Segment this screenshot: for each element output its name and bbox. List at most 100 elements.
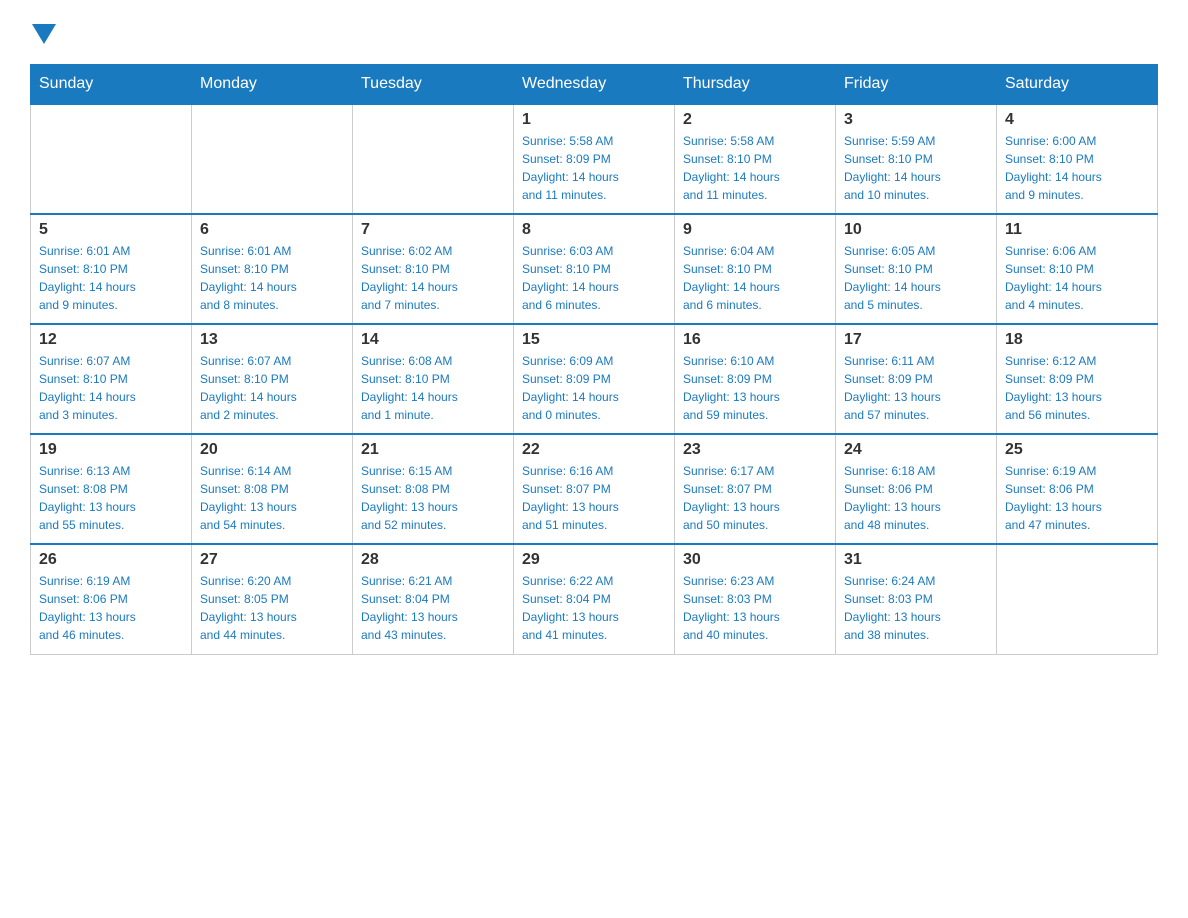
day-info: Sunrise: 6:06 AM Sunset: 8:10 PM Dayligh… xyxy=(1005,242,1149,314)
calendar-cell: 31 Sunrise: 6:24 AM Sunset: 8:03 PM Dayli… xyxy=(836,544,997,654)
day-info: Sunrise: 6:07 AM Sunset: 8:10 PM Dayligh… xyxy=(39,352,183,424)
calendar-cell: 5 Sunrise: 6:01 AM Sunset: 8:10 PM Daylig… xyxy=(31,214,192,324)
calendar-cell xyxy=(353,104,514,214)
day-number: 11 xyxy=(1005,221,1149,239)
logo-triangle-icon xyxy=(32,24,56,44)
day-info: Sunrise: 6:11 AM Sunset: 8:09 PM Dayligh… xyxy=(844,352,988,424)
calendar-cell: 7 Sunrise: 6:02 AM Sunset: 8:10 PM Daylig… xyxy=(353,214,514,324)
day-info: Sunrise: 6:21 AM Sunset: 8:04 PM Dayligh… xyxy=(361,572,505,644)
calendar-cell: 14Sunrise: 6:08 AM Sunset: 8:10 PM Dayli… xyxy=(353,324,514,434)
day-number: 28 xyxy=(361,551,505,569)
day-number: 25 xyxy=(1005,441,1149,459)
calendar-cell: 6Sunrise: 6:01 AM Sunset: 8:10 PM Daylig… xyxy=(192,214,353,324)
day-number: 16 xyxy=(683,331,827,349)
day-info: Sunrise: 6:17 AM Sunset: 8:07 PM Dayligh… xyxy=(683,462,827,534)
day-number: 2 xyxy=(683,111,827,129)
calendar-cell: 21Sunrise: 6:15 AM Sunset: 8:08 PM Dayli… xyxy=(353,434,514,544)
calendar-cell: 27Sunrise: 6:20 AM Sunset: 8:05 PM Dayli… xyxy=(192,544,353,654)
day-number: 31 xyxy=(844,551,988,569)
calendar-cell: 16 Sunrise: 6:10 AM Sunset: 8:09 PM Dayli… xyxy=(675,324,836,434)
calendar-cell: 2Sunrise: 5:58 AM Sunset: 8:10 PM Daylig… xyxy=(675,104,836,214)
calendar-cell: 29 Sunrise: 6:22 AM Sunset: 8:04 PM Dayli… xyxy=(514,544,675,654)
col-friday: Friday xyxy=(836,65,997,105)
col-sunday: Sunday xyxy=(31,65,192,105)
day-number: 27 xyxy=(200,551,344,569)
day-number: 22 xyxy=(522,441,666,459)
calendar-cell: 30 Sunrise: 6:23 AM Sunset: 8:03 PM Dayli… xyxy=(675,544,836,654)
calendar-cell: 23Sunrise: 6:17 AM Sunset: 8:07 PM Dayli… xyxy=(675,434,836,544)
day-info: Sunrise: 6:14 AM Sunset: 8:08 PM Dayligh… xyxy=(200,462,344,534)
day-number: 10 xyxy=(844,221,988,239)
day-info: Sunrise: 6:05 AM Sunset: 8:10 PM Dayligh… xyxy=(844,242,988,314)
day-number: 26 xyxy=(39,551,183,569)
day-info: Sunrise: 5:58 AM Sunset: 8:09 PM Dayligh… xyxy=(522,132,666,204)
calendar-cell: 25 Sunrise: 6:19 AM Sunset: 8:06 PM Dayli… xyxy=(997,434,1158,544)
calendar-cell: 8Sunrise: 6:03 AM Sunset: 8:10 PM Daylig… xyxy=(514,214,675,324)
calendar-week-row: 26 Sunrise: 6:19 AM Sunset: 8:06 PM Dayli… xyxy=(31,544,1158,654)
col-tuesday: Tuesday xyxy=(353,65,514,105)
day-number: 30 xyxy=(683,551,827,569)
day-info: Sunrise: 6:02 AM Sunset: 8:10 PM Dayligh… xyxy=(361,242,505,314)
day-number: 19 xyxy=(39,441,183,459)
calendar-cell: 3 Sunrise: 5:59 AM Sunset: 8:10 PM Daylig… xyxy=(836,104,997,214)
calendar-cell: 20 Sunrise: 6:14 AM Sunset: 8:08 PM Dayli… xyxy=(192,434,353,544)
calendar-cell: 4 Sunrise: 6:00 AM Sunset: 8:10 PM Daylig… xyxy=(997,104,1158,214)
col-thursday: Thursday xyxy=(675,65,836,105)
calendar-cell: 18 Sunrise: 6:12 AM Sunset: 8:09 PM Dayli… xyxy=(997,324,1158,434)
day-info: Sunrise: 6:18 AM Sunset: 8:06 PM Dayligh… xyxy=(844,462,988,534)
day-info: Sunrise: 6:07 AM Sunset: 8:10 PM Dayligh… xyxy=(200,352,344,424)
day-info: Sunrise: 6:13 AM Sunset: 8:08 PM Dayligh… xyxy=(39,462,183,534)
calendar-cell xyxy=(31,104,192,214)
day-number: 5 xyxy=(39,221,183,239)
calendar-cell: 9 Sunrise: 6:04 AM Sunset: 8:10 PM Daylig… xyxy=(675,214,836,324)
day-info: Sunrise: 6:16 AM Sunset: 8:07 PM Dayligh… xyxy=(522,462,666,534)
day-number: 9 xyxy=(683,221,827,239)
calendar-table: Sunday Monday Tuesday Wednesday Thursday… xyxy=(30,64,1158,655)
day-number: 20 xyxy=(200,441,344,459)
day-number: 8 xyxy=(522,221,666,239)
day-number: 7 xyxy=(361,221,505,239)
day-info: Sunrise: 6:23 AM Sunset: 8:03 PM Dayligh… xyxy=(683,572,827,644)
day-number: 12 xyxy=(39,331,183,349)
day-info: Sunrise: 6:19 AM Sunset: 8:06 PM Dayligh… xyxy=(39,572,183,644)
calendar-cell: 13 Sunrise: 6:07 AM Sunset: 8:10 PM Dayli… xyxy=(192,324,353,434)
day-number: 17 xyxy=(844,331,988,349)
day-info: Sunrise: 6:10 AM Sunset: 8:09 PM Dayligh… xyxy=(683,352,827,424)
calendar-cell: 24 Sunrise: 6:18 AM Sunset: 8:06 PM Dayli… xyxy=(836,434,997,544)
day-number: 29 xyxy=(522,551,666,569)
col-saturday: Saturday xyxy=(997,65,1158,105)
day-number: 3 xyxy=(844,111,988,129)
day-number: 24 xyxy=(844,441,988,459)
calendar-cell: 28 Sunrise: 6:21 AM Sunset: 8:04 PM Dayli… xyxy=(353,544,514,654)
day-number: 1 xyxy=(522,111,666,129)
day-info: Sunrise: 6:01 AM Sunset: 8:10 PM Dayligh… xyxy=(200,242,344,314)
calendar-week-row: 12 Sunrise: 6:07 AM Sunset: 8:10 PM Dayli… xyxy=(31,324,1158,434)
day-info: Sunrise: 6:12 AM Sunset: 8:09 PM Dayligh… xyxy=(1005,352,1149,424)
day-number: 13 xyxy=(200,331,344,349)
calendar-cell: 26 Sunrise: 6:19 AM Sunset: 8:06 PM Dayli… xyxy=(31,544,192,654)
day-info: Sunrise: 6:24 AM Sunset: 8:03 PM Dayligh… xyxy=(844,572,988,644)
day-info: Sunrise: 6:04 AM Sunset: 8:10 PM Dayligh… xyxy=(683,242,827,314)
calendar-header-row: Sunday Monday Tuesday Wednesday Thursday… xyxy=(31,65,1158,105)
calendar-cell: 17 Sunrise: 6:11 AM Sunset: 8:09 PM Dayli… xyxy=(836,324,997,434)
calendar-week-row: 5 Sunrise: 6:01 AM Sunset: 8:10 PM Daylig… xyxy=(31,214,1158,324)
calendar-cell: 11 Sunrise: 6:06 AM Sunset: 8:10 PM Dayli… xyxy=(997,214,1158,324)
calendar-week-row: 19 Sunrise: 6:13 AM Sunset: 8:08 PM Dayli… xyxy=(31,434,1158,544)
calendar-cell xyxy=(192,104,353,214)
day-info: Sunrise: 6:01 AM Sunset: 8:10 PM Dayligh… xyxy=(39,242,183,314)
day-info: Sunrise: 6:08 AM Sunset: 8:10 PM Dayligh… xyxy=(361,352,505,424)
day-info: Sunrise: 6:22 AM Sunset: 8:04 PM Dayligh… xyxy=(522,572,666,644)
day-number: 4 xyxy=(1005,111,1149,129)
day-info: Sunrise: 6:19 AM Sunset: 8:06 PM Dayligh… xyxy=(1005,462,1149,534)
page-header xyxy=(30,20,1158,44)
calendar-cell: 12 Sunrise: 6:07 AM Sunset: 8:10 PM Dayli… xyxy=(31,324,192,434)
day-info: Sunrise: 6:00 AM Sunset: 8:10 PM Dayligh… xyxy=(1005,132,1149,204)
calendar-cell: 1 Sunrise: 5:58 AM Sunset: 8:09 PM Daylig… xyxy=(514,104,675,214)
day-number: 18 xyxy=(1005,331,1149,349)
day-number: 21 xyxy=(361,441,505,459)
day-number: 15 xyxy=(522,331,666,349)
calendar-week-row: 1 Sunrise: 5:58 AM Sunset: 8:09 PM Daylig… xyxy=(31,104,1158,214)
day-info: Sunrise: 5:59 AM Sunset: 8:10 PM Dayligh… xyxy=(844,132,988,204)
calendar-cell xyxy=(997,544,1158,654)
day-info: Sunrise: 6:09 AM Sunset: 8:09 PM Dayligh… xyxy=(522,352,666,424)
